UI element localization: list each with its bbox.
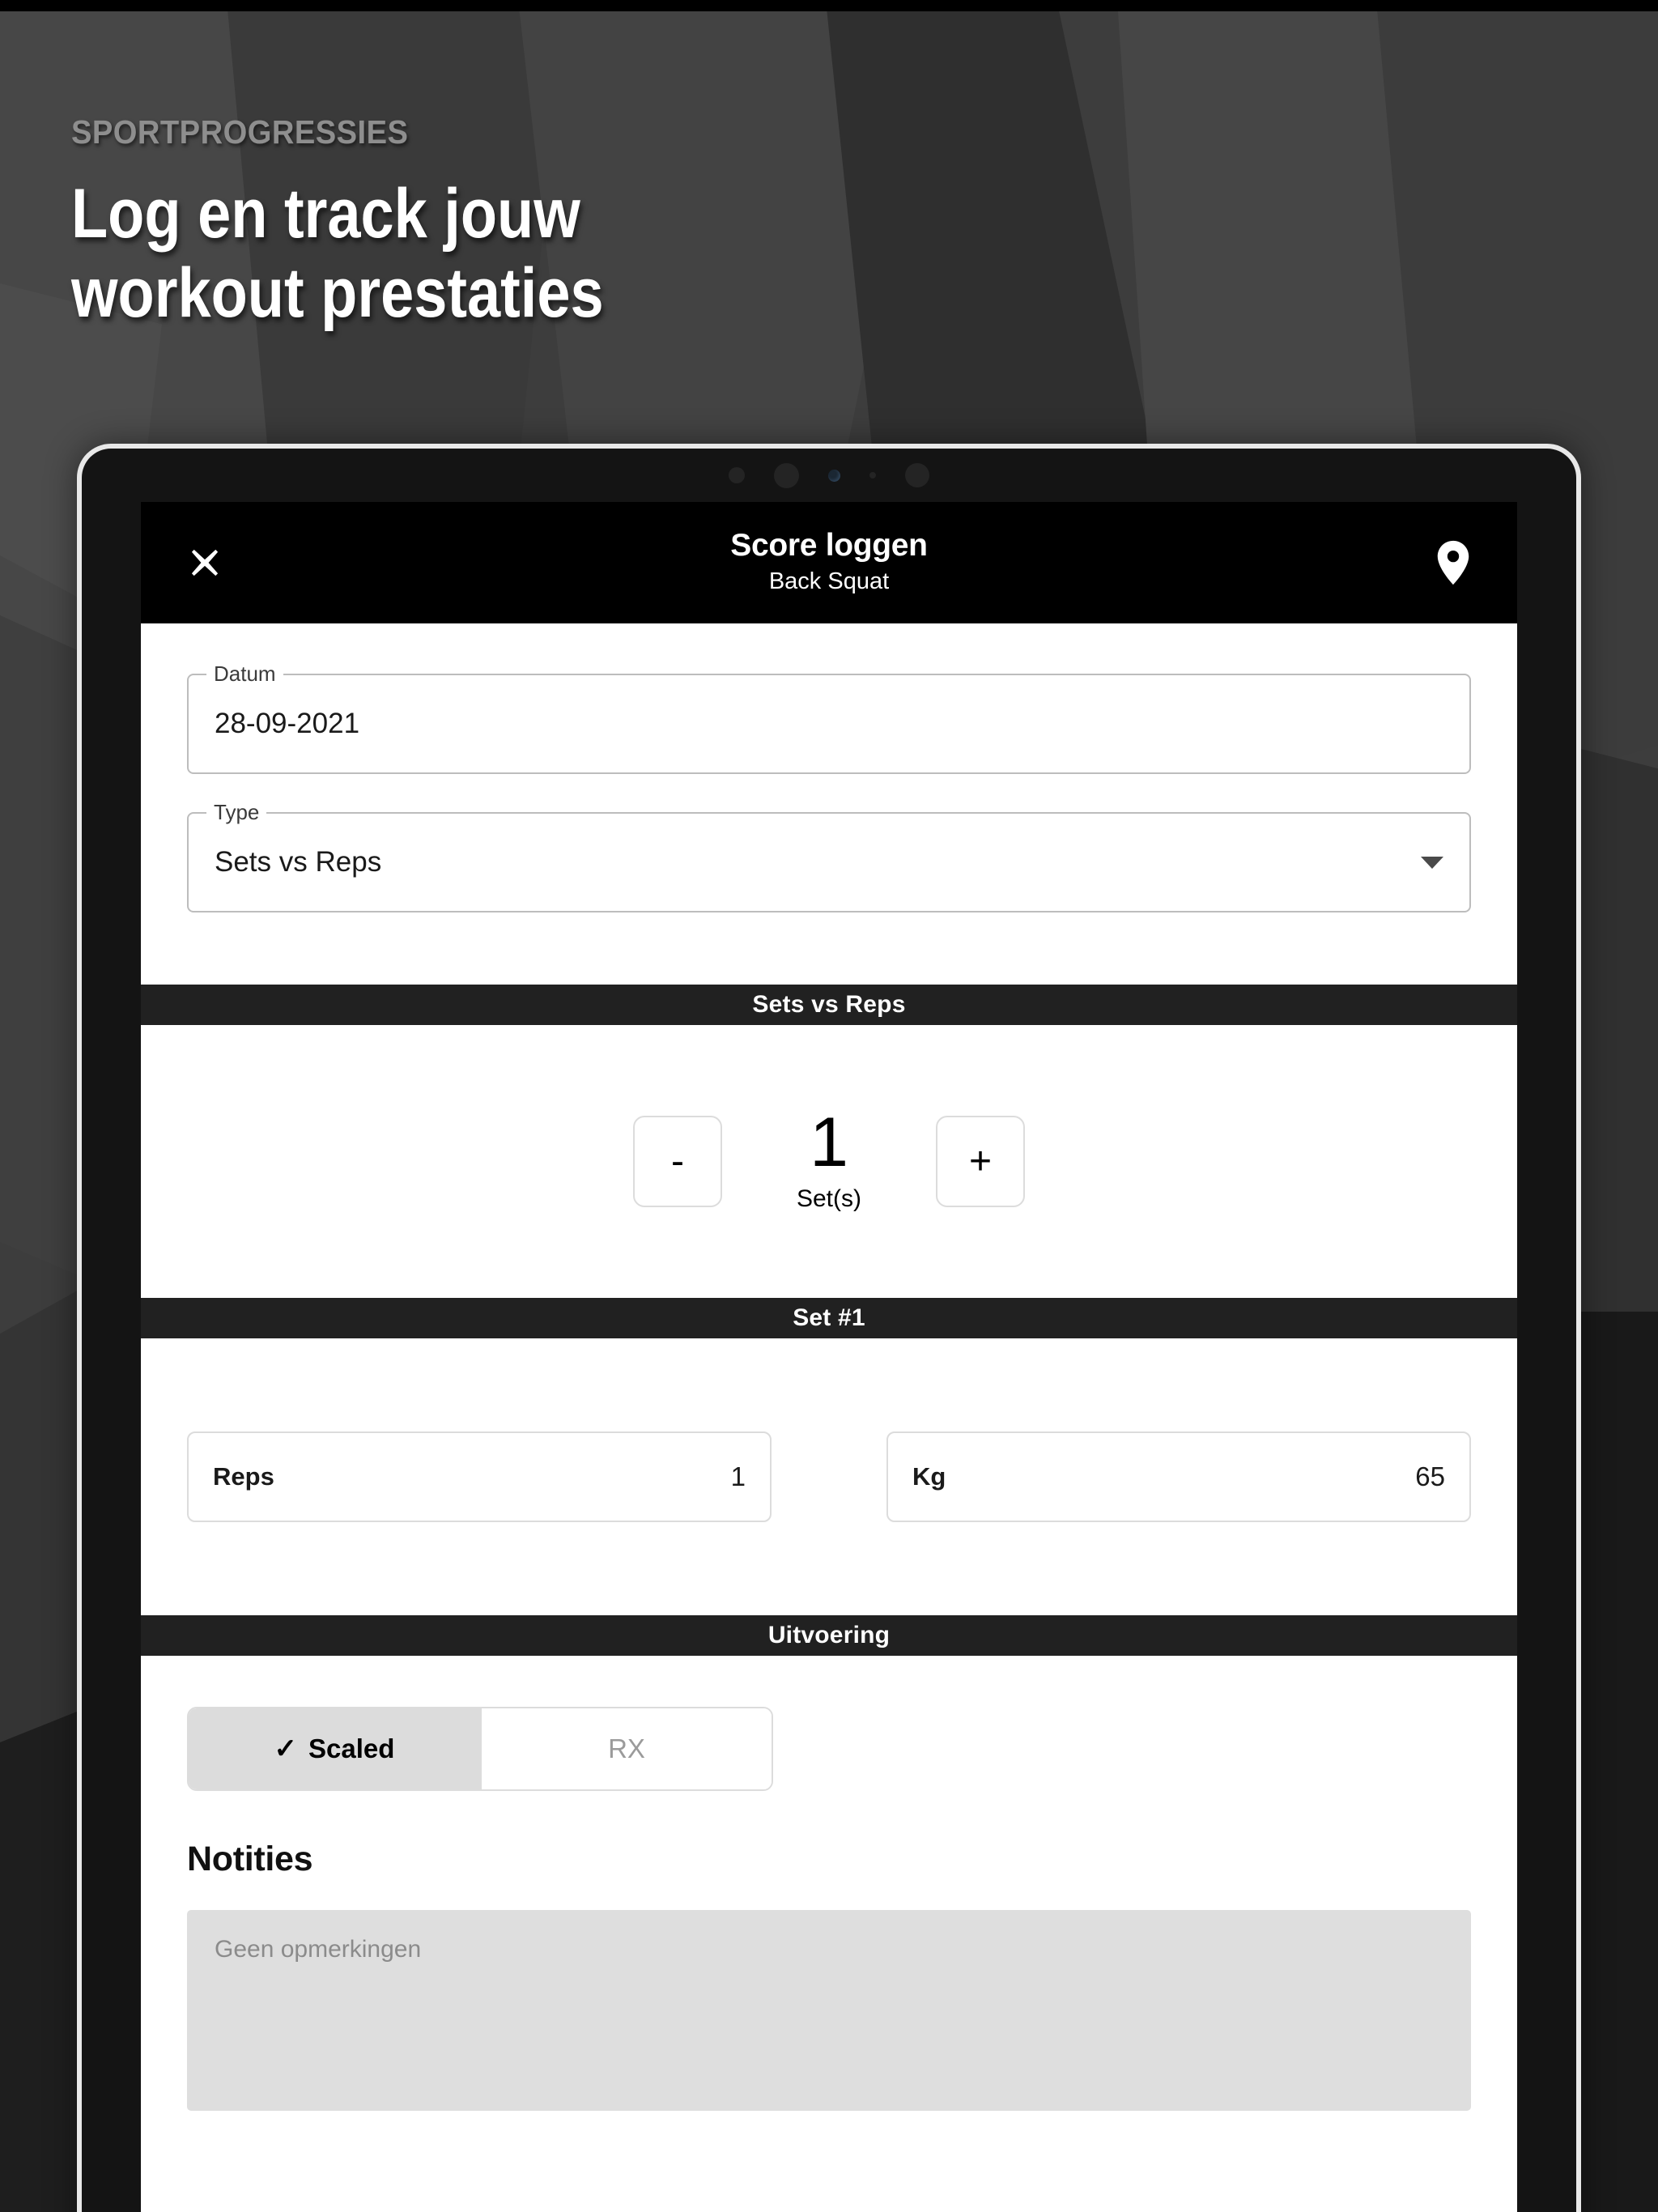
form-fields-group: Datum 28-09-2021: [141, 623, 1517, 774]
sets-section-title: Sets vs Reps: [752, 991, 906, 1018]
decrement-sets-button[interactable]: -: [633, 1116, 722, 1207]
sets-count-value: 1: [810, 1104, 848, 1182]
execution-title: Uitvoering: [767, 1622, 891, 1648]
hero-eyebrow: SPORTPROGRESSIES: [71, 113, 409, 151]
sets-stepper-panel: - 1 Set(s) +: [141, 1025, 1517, 1298]
front-camera-icon: [774, 462, 799, 488]
sets-readout: 1 Set(s): [764, 1104, 894, 1213]
tablet-device-frame: Score loggen Back Squat Datum 28-09-2021: [77, 444, 1581, 2212]
bezel-sensor-array: [82, 449, 1576, 502]
camera-lens-icon: [828, 469, 840, 482]
type-field-value: Sets vs Reps: [215, 846, 382, 878]
location-pin-button[interactable]: [1425, 534, 1482, 591]
sensor-dot-icon: [905, 463, 929, 487]
chevron-down-icon: [1421, 856, 1443, 869]
type-field-label: Type: [206, 802, 267, 823]
app-title: Score loggen: [730, 528, 928, 564]
date-field-value: 28-09-2021: [215, 708, 360, 739]
execution-segmented-control: ✓ Scaled RX: [187, 1707, 773, 1791]
page-title: Log en track jouw workout prestaties: [71, 175, 604, 333]
hero-copy: SPORTPROGRESSIES Log en track jouw worko…: [71, 113, 691, 333]
sets-section-band: Sets vs Reps: [141, 985, 1517, 1025]
app-header-bar: Score loggen Back Squat: [141, 502, 1517, 623]
date-field[interactable]: Datum 28-09-2021: [187, 663, 1471, 774]
sensor-dot-icon: [729, 467, 745, 483]
segment-rx-label: RX: [608, 1733, 645, 1763]
set-detail-band: Set #1: [141, 1298, 1517, 1338]
sets-count-label: Set(s): [796, 1185, 861, 1212]
reps-label: Reps: [213, 1462, 274, 1491]
reps-input[interactable]: Reps 1: [187, 1431, 772, 1522]
execution-panel: ✓ Scaled RX Notities Geen opmerkingen: [141, 1656, 1517, 2111]
weight-input[interactable]: Kg 65: [886, 1431, 1471, 1522]
check-icon: ✓: [274, 1733, 298, 1764]
notes-heading: Notities: [187, 1840, 313, 1878]
type-select[interactable]: Type Sets vs Reps: [187, 802, 1471, 912]
increment-sets-button[interactable]: +: [936, 1116, 1025, 1207]
app-body: Datum 28-09-2021 Type Sets vs Reps Sets …: [141, 623, 1517, 2111]
segment-scaled[interactable]: ✓ Scaled: [189, 1708, 480, 1789]
date-field-label: Datum: [206, 663, 283, 684]
app-screen: Score loggen Back Squat Datum 28-09-2021: [141, 502, 1517, 2212]
segment-rx[interactable]: RX: [480, 1708, 772, 1789]
close-icon: [191, 549, 219, 576]
reps-value: 1: [730, 1461, 746, 1491]
top-black-strip: [0, 0, 1658, 11]
execution-band: Uitvoering: [141, 1615, 1517, 1656]
location-pin-icon: [1437, 540, 1469, 585]
close-button[interactable]: [176, 534, 233, 591]
weight-value: 65: [1415, 1461, 1445, 1491]
set-detail-title: Set #1: [793, 1304, 865, 1331]
notes-textarea[interactable]: Geen opmerkingen: [187, 1910, 1471, 2111]
weight-label: Kg: [912, 1462, 946, 1491]
set-detail-panel: Reps 1 Kg 65: [141, 1338, 1517, 1615]
sensor-dot-icon: [869, 472, 876, 479]
form-bottom-spacer: [141, 912, 1517, 985]
segment-scaled-label: Scaled: [308, 1733, 395, 1763]
app-subtitle: Back Squat: [768, 568, 890, 595]
app-header-titles: Score loggen Back Squat: [141, 528, 1517, 598]
type-field-group: Type Sets vs Reps: [141, 774, 1517, 912]
